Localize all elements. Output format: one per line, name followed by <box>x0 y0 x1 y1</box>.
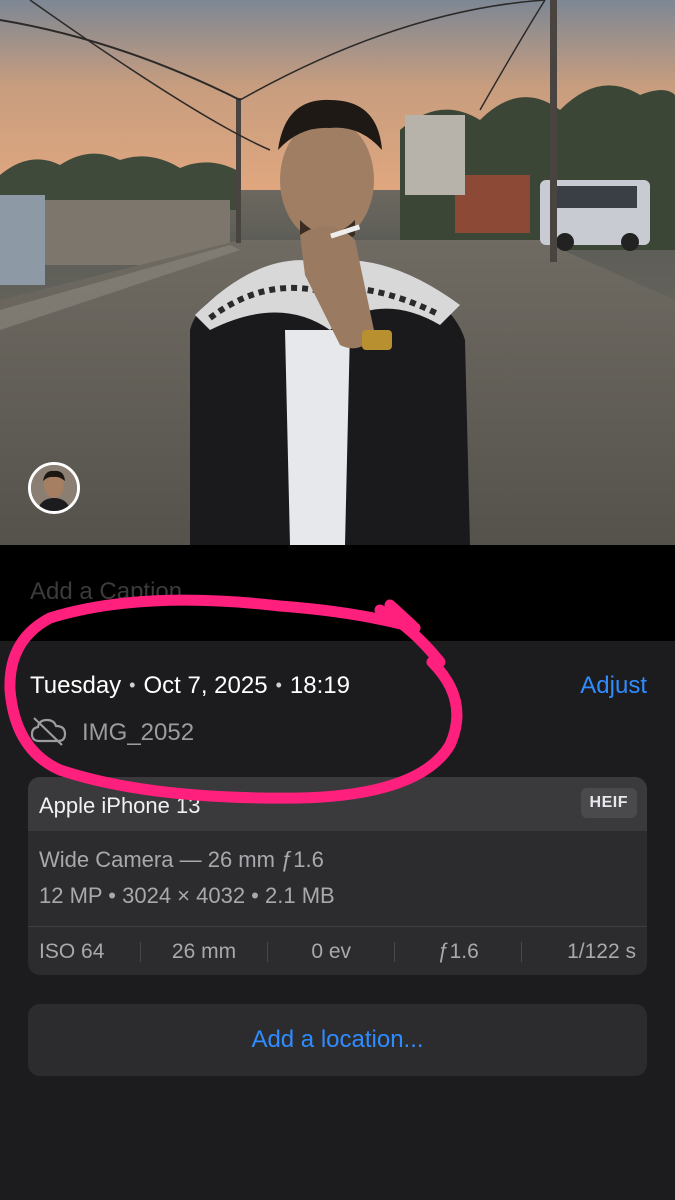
device-name: Apple iPhone 13 <box>39 793 201 818</box>
image-specs: 12 MP • 3024 × 4032 • 2.1 MB <box>39 883 335 908</box>
file-name: IMG_2052 <box>82 719 195 746</box>
person-avatar-icon <box>31 465 77 511</box>
cloud-slash-icon <box>30 716 68 751</box>
photo-view[interactable] <box>0 0 675 545</box>
camera-details-card[interactable]: Apple iPhone 13 HEIF Wide Camera — 26 mm… <box>28 777 647 975</box>
exif-aperture: ƒ1.6 <box>437 939 479 963</box>
separator-dot: • <box>275 675 282 695</box>
capture-date-line: Tuesday • Oct 7, 2025 • 18:19 <box>30 672 350 700</box>
face-avatar[interactable] <box>28 462 80 514</box>
bottom-toolbar-edge <box>0 1180 675 1200</box>
exif-iso: ISO 64 <box>39 939 105 963</box>
adjust-button[interactable]: Adjust <box>580 672 647 700</box>
add-location-button[interactable]: Add a location... <box>28 1004 647 1076</box>
separator-dot: • <box>129 675 136 695</box>
capture-time: 18:19 <box>289 672 350 699</box>
exif-exposure-value: 0 ev <box>311 939 352 963</box>
file-info: IMG_2052 <box>30 716 194 750</box>
exif-focal-length: 26 mm <box>171 939 237 963</box>
capture-day: Tuesday <box>30 672 122 699</box>
exif-shutter-speed: 1/122 s <box>567 939 636 963</box>
caption-field[interactable]: Add a Caption <box>30 578 182 606</box>
capture-date: Oct 7, 2025 <box>143 672 268 699</box>
device-header: Apple iPhone 13 HEIF <box>28 777 647 831</box>
photo-image <box>0 0 675 545</box>
lens-info: Wide Camera — 26 mm ƒ1.6 <box>39 847 324 872</box>
exif-row: ISO 64 26 mm 0 ev ƒ1.6 1/122 s <box>28 926 647 975</box>
format-badge: HEIF <box>580 788 637 818</box>
